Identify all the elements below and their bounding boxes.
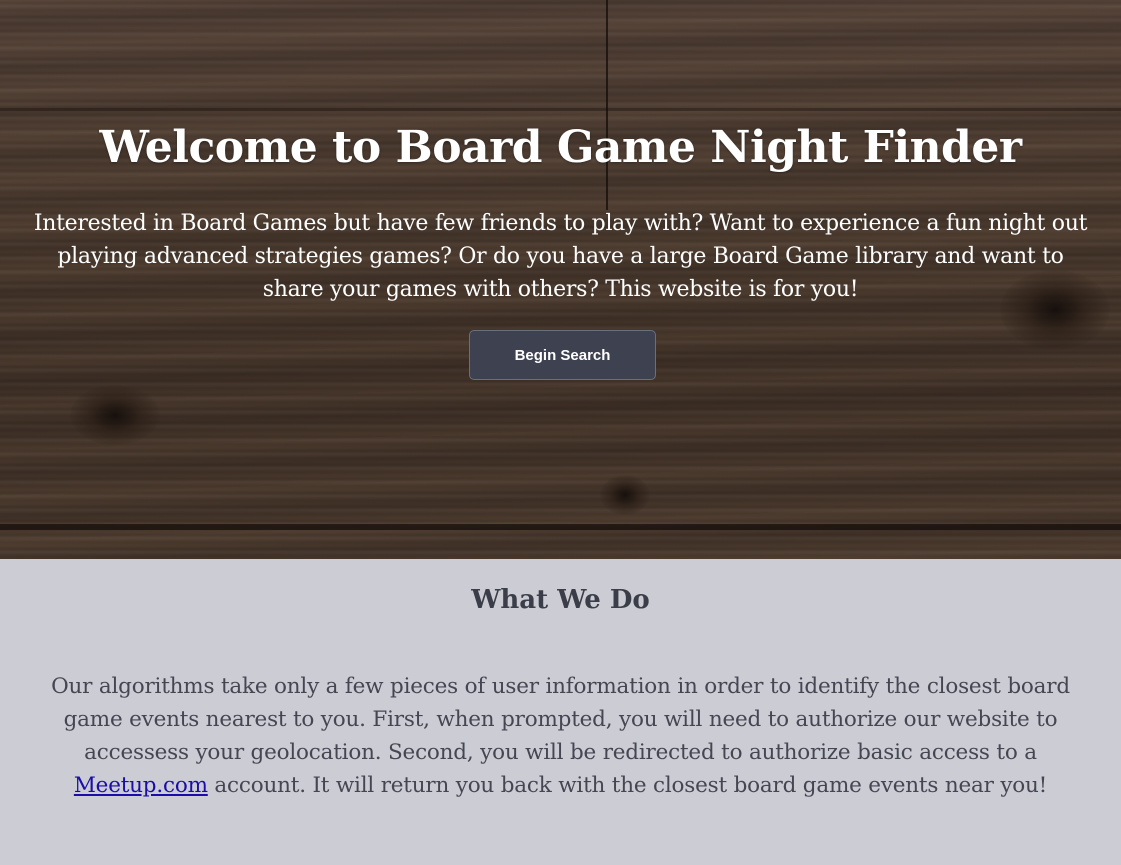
begin-search-button[interactable]: Begin Search	[469, 330, 656, 380]
hero-description: Interested in Board Games but have few f…	[33, 211, 1088, 302]
hero-section: Welcome to Board Game Night Finder Inter…	[0, 0, 1121, 559]
about-description: Our algorithms take only a few pieces of…	[40, 670, 1081, 802]
wood-seam	[0, 108, 1121, 111]
about-text-part: account. It will return you back with th…	[207, 773, 1048, 798]
meetup-link[interactable]: Meetup.com	[74, 773, 208, 798]
about-text-part: Our algorithms take only a few pieces of…	[51, 674, 1070, 765]
wood-knot	[600, 475, 650, 515]
wood-knot	[70, 385, 160, 445]
about-title: What We Do	[471, 585, 650, 615]
wood-seam	[606, 0, 608, 210]
hero-title: Welcome to Board Game Night Finder	[99, 122, 1022, 173]
wood-seam	[0, 524, 1121, 530]
